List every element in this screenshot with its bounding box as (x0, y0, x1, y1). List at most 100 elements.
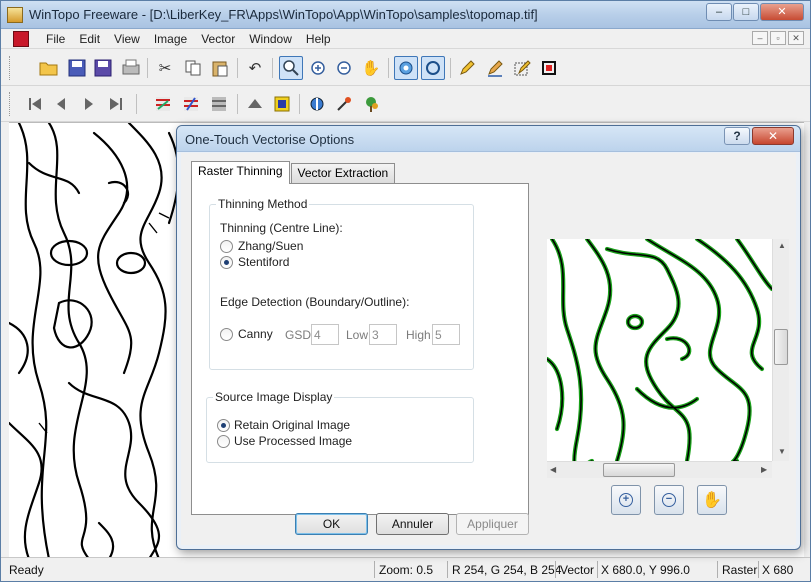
print-icon[interactable] (119, 56, 143, 80)
zoom-tool-icon[interactable] (279, 56, 303, 80)
previous-page-icon[interactable] (49, 92, 73, 116)
app-window: WinTopo Freeware - [D:\LiberKey_FR\Apps\… (0, 0, 811, 582)
preview-vertical-scrollbar[interactable]: ▲ ▼ (772, 239, 789, 461)
scroll-up-icon[interactable]: ▲ (778, 241, 786, 250)
preview-contours (547, 239, 772, 461)
dialog-close-button[interactable]: ✕ (752, 127, 794, 145)
menu-window[interactable]: Window (242, 32, 299, 46)
toolbar-separator (136, 94, 137, 114)
tab-raster-thinning[interactable]: Raster Thinning (191, 161, 290, 184)
tab-vector-extraction[interactable]: Vector Extraction (290, 163, 396, 183)
pan-hand-icon[interactable]: ✋ (359, 56, 383, 80)
stentiford-radio[interactable] (220, 256, 233, 269)
scroll-right-icon[interactable]: ▶ (761, 465, 767, 474)
preview-pan-button[interactable]: ✋ (697, 485, 727, 515)
tree-icon[interactable] (359, 92, 383, 116)
preview-zoom-in-button[interactable]: + (611, 485, 641, 515)
first-page-icon[interactable] (23, 92, 47, 116)
zhang-suen-radio[interactable] (220, 240, 233, 253)
next-page-icon[interactable] (77, 92, 101, 116)
close-button[interactable]: ✕ (760, 3, 804, 21)
edit-box-icon[interactable] (510, 56, 534, 80)
eraser-pen-icon[interactable] (483, 56, 507, 80)
zhang-suen-label[interactable]: Zhang/Suen (238, 239, 303, 253)
save-all-icon[interactable] (91, 56, 115, 80)
cancel-button[interactable]: Annuler (376, 513, 449, 535)
dialog-body: Raster Thinning Vector Extraction Thinni… (181, 153, 796, 545)
source-image-group: Source Image Display Retain Original Ima… (206, 390, 474, 463)
vectorise-icon[interactable] (151, 92, 175, 116)
save-icon[interactable] (65, 56, 89, 80)
wand-icon[interactable] (332, 92, 356, 116)
zoom-out-icon: − (662, 493, 676, 507)
status-divider (447, 561, 448, 578)
raster-view-icon[interactable] (394, 56, 418, 80)
canny-radio[interactable] (220, 328, 233, 341)
menu-help[interactable]: Help (299, 32, 338, 46)
paste-icon[interactable] (208, 56, 232, 80)
window-title: WinTopo Freeware - [D:\LiberKey_FR\Apps\… (29, 7, 538, 22)
scroll-down-icon[interactable]: ▼ (778, 447, 786, 456)
status-ready: Ready (9, 563, 44, 577)
copy-icon[interactable] (181, 56, 205, 80)
vectorise-grey-icon[interactable] (207, 92, 231, 116)
toolbar-separator (388, 58, 389, 78)
secondary-toolbar (1, 86, 810, 122)
use-processed-label[interactable]: Use Processed Image (234, 434, 352, 448)
gsd-label: GSD (285, 328, 312, 342)
menu-file[interactable]: File (39, 32, 72, 46)
toolbar-separator (272, 58, 273, 78)
vector-view-icon[interactable] (421, 56, 445, 80)
scroll-left-icon[interactable]: ◀ (550, 465, 556, 474)
undo-icon[interactable]: ↶ (243, 56, 267, 80)
menu-bar: File Edit View Image Vector Window Help … (1, 29, 810, 49)
toolbar-separator (299, 94, 300, 114)
open-folder-icon[interactable] (37, 56, 61, 80)
pencil-icon[interactable] (455, 56, 479, 80)
layer-icon[interactable] (243, 92, 267, 116)
gsd-input[interactable]: 4 (311, 324, 339, 345)
maximize-button[interactable]: □ (733, 3, 759, 21)
stentiford-label[interactable]: Stentiford (238, 255, 289, 269)
menu-image[interactable]: Image (147, 32, 194, 46)
status-raster-coords: X 680 (762, 563, 794, 577)
mdi-restore-button[interactable]: ▫ (770, 31, 786, 45)
horizontal-scroll-thumb[interactable] (603, 463, 675, 477)
minimize-button[interactable]: – (706, 3, 732, 21)
status-vector-coords: X 680.0, Y 996.0 (601, 563, 690, 577)
ok-button[interactable]: OK (295, 513, 368, 535)
crop-icon[interactable] (537, 56, 561, 80)
last-page-icon[interactable] (104, 92, 128, 116)
toolbar-grip[interactable] (9, 92, 12, 116)
vertical-scroll-thumb[interactable] (774, 329, 788, 365)
preview-image[interactable] (547, 239, 772, 461)
preview-zoom-out-button[interactable]: − (654, 485, 684, 515)
apply-button[interactable]: Appliquer (456, 513, 529, 535)
toolbar-grip[interactable] (9, 56, 12, 80)
help-button[interactable]: ? (724, 127, 750, 145)
retain-original-label[interactable]: Retain Original Image (234, 418, 350, 432)
vectorise-alt-icon[interactable] (179, 92, 203, 116)
retain-original-radio[interactable] (217, 419, 230, 432)
layer-highlight-icon[interactable] (270, 92, 294, 116)
canny-label[interactable]: Canny (238, 327, 273, 341)
low-input[interactable]: 3 (369, 324, 397, 345)
edge-detection-label: Edge Detection (Boundary/Outline): (220, 295, 410, 309)
dialog-title: One-Touch Vectorise Options (185, 132, 355, 147)
cut-icon[interactable]: ✂ (153, 56, 177, 80)
document-icon[interactable] (13, 31, 29, 47)
status-bar: Ready Zoom: 0.5 R 254, G 254, B 254 Vect… (1, 557, 810, 581)
mdi-minimize-button[interactable]: – (752, 31, 768, 45)
use-processed-radio[interactable] (217, 435, 230, 448)
zoom-in-icon: + (619, 493, 633, 507)
zoom-out-icon[interactable] (332, 56, 356, 80)
menu-edit[interactable]: Edit (72, 32, 107, 46)
high-input[interactable]: 5 (432, 324, 460, 345)
menu-view[interactable]: View (107, 32, 147, 46)
dialog-title-bar[interactable]: One-Touch Vectorise Options ? ✕ (177, 126, 800, 152)
menu-vector[interactable]: Vector (194, 32, 242, 46)
preview-horizontal-scrollbar[interactable]: ◀ ▶ (547, 461, 772, 478)
shield-icon[interactable] (305, 92, 329, 116)
mdi-close-button[interactable]: ✕ (788, 31, 804, 45)
zoom-in-icon[interactable] (306, 56, 330, 80)
